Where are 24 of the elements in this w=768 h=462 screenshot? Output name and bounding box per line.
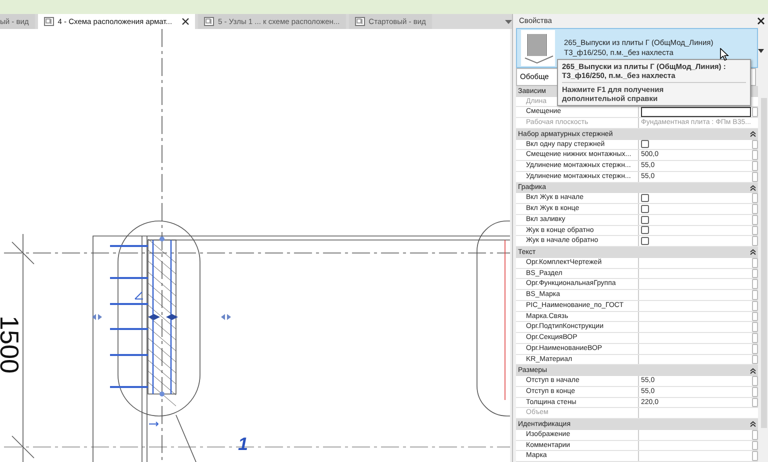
row-button[interactable]	[752, 107, 758, 117]
sheet-icon	[44, 17, 54, 26]
checkbox[interactable]	[641, 216, 649, 224]
collapse-icon[interactable]	[750, 131, 756, 138]
scrollbar[interactable]	[761, 98, 767, 428]
collapse-icon[interactable]	[750, 249, 756, 256]
dimension-text: 1500	[0, 316, 24, 374]
sheet-icon	[354, 17, 365, 26]
sheet-icon	[204, 17, 214, 26]
close-icon[interactable]	[757, 16, 765, 25]
checkbox[interactable]	[641, 226, 649, 234]
detail-number: 1	[238, 434, 248, 455]
rebar-thumbnail-icon	[521, 30, 555, 66]
collapse-icon[interactable]	[750, 421, 756, 428]
checkbox[interactable]	[641, 140, 649, 148]
checkbox[interactable]	[641, 194, 649, 202]
input-field[interactable]	[641, 107, 751, 117]
close-icon[interactable]	[182, 18, 190, 25]
collapse-icon[interactable]	[750, 184, 756, 191]
dropdown-icon[interactable]	[505, 19, 512, 25]
checkbox[interactable]	[641, 237, 649, 246]
dropdown-icon	[758, 49, 764, 54]
checkbox[interactable]	[641, 204, 649, 213]
collapse-icon[interactable]	[750, 368, 756, 374]
